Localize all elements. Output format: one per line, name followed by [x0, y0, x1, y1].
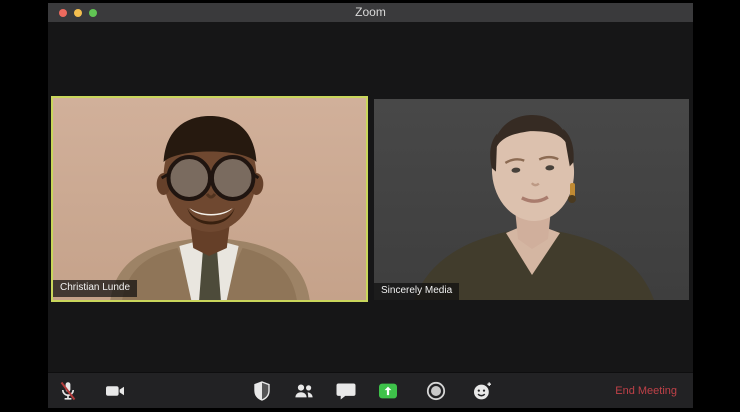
- participant-video-feed: [374, 99, 689, 300]
- reactions-smiley-icon: [474, 382, 491, 400]
- microphone-muted-icon: [60, 381, 76, 401]
- desktop-background: Zoom Christian Lunde Sincerely Media End…: [0, 0, 740, 412]
- minimize-window-button[interactable]: [74, 8, 82, 17]
- participant-name-label: Sincerely Media: [374, 283, 460, 300]
- video-tile-christian-lunde[interactable]: Christian Lunde: [51, 96, 368, 302]
- meeting-video-area: Christian Lunde Sincerely Media: [48, 22, 693, 372]
- close-window-button[interactable]: [59, 8, 67, 17]
- security-shield-icon: [254, 381, 270, 401]
- participant-name: Christian Lunde: [60, 282, 131, 293]
- record-icon: [426, 381, 446, 401]
- meeting-toolbar: End Meeting: [48, 372, 693, 408]
- participant-name-label: Christian Lunde: [53, 280, 138, 297]
- video-tile-sincerely-media[interactable]: Sincerely Media: [374, 99, 689, 300]
- participants-button[interactable]: [292, 379, 316, 403]
- share-screen-button[interactable]: [376, 379, 400, 403]
- chat-bubble-icon: [336, 383, 356, 400]
- zoom-window: Zoom Christian Lunde Sincerely Media End…: [48, 3, 693, 408]
- share-screen-icon: [379, 383, 397, 399]
- video-camera-icon: [106, 386, 124, 396]
- security-button[interactable]: [250, 379, 274, 403]
- mute-button[interactable]: [56, 379, 80, 403]
- participant-video-feed: [53, 98, 366, 300]
- window-titlebar[interactable]: Zoom: [48, 3, 693, 22]
- participants-icon: [295, 384, 313, 398]
- zoom-window-button[interactable]: [89, 8, 97, 17]
- chat-button[interactable]: [334, 379, 358, 403]
- window-title: Zoom: [355, 5, 386, 19]
- stop-video-button[interactable]: [103, 379, 127, 403]
- traffic-lights: [59, 3, 97, 22]
- participant-name: Sincerely Media: [381, 285, 453, 296]
- reactions-button[interactable]: [470, 379, 494, 403]
- record-button[interactable]: [424, 379, 448, 403]
- end-meeting-button[interactable]: End Meeting: [615, 373, 677, 408]
